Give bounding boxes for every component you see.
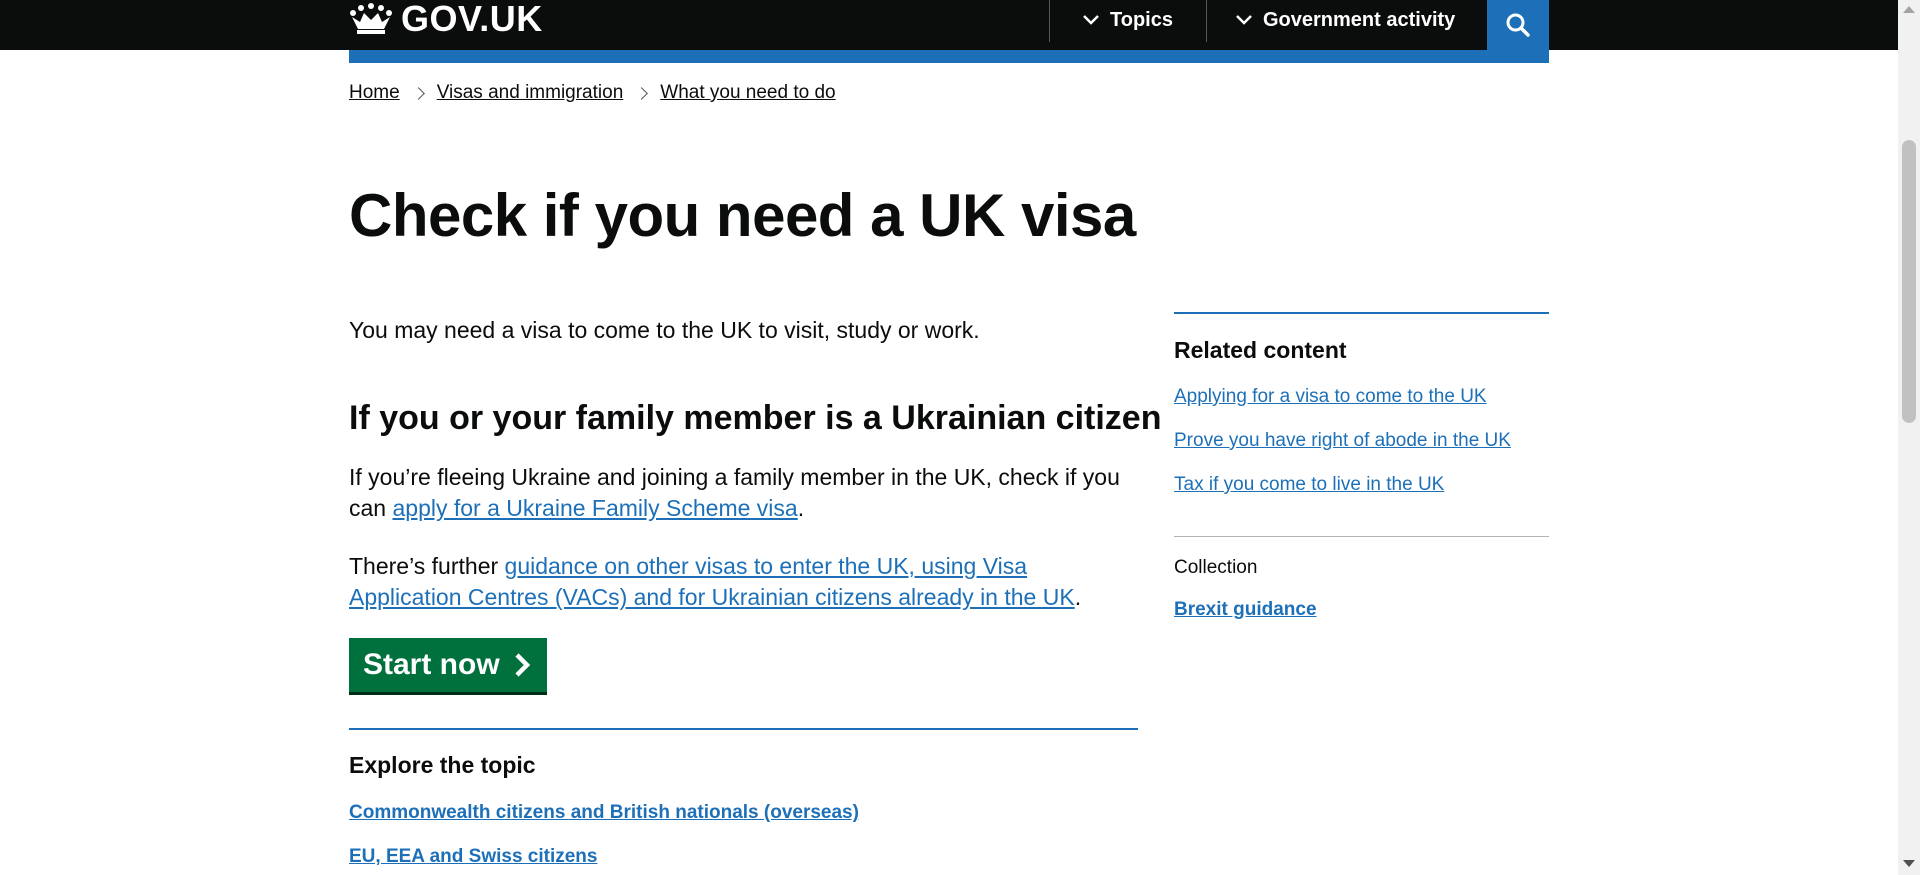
start-now-label: Start now — [363, 648, 500, 681]
nav-topics-label: Topics — [1110, 8, 1173, 31]
logo-text: GOV.UK — [401, 0, 543, 39]
govuk-logo-link[interactable]: GOV.UK — [349, 0, 543, 39]
breadcrumb-separator-icon — [411, 86, 425, 100]
list-item: Applying for a visa to come to the UK — [1174, 386, 1487, 408]
breadcrumb-separator-icon — [635, 86, 649, 100]
further-guidance-text: There’s further — [349, 553, 505, 579]
start-now-button[interactable]: Start now — [349, 638, 547, 692]
breadcrumb-home-link[interactable]: Home — [349, 82, 400, 104]
site-header: GOV.UK Topics Government activity — [0, 0, 1898, 50]
search-icon — [1506, 13, 1530, 37]
ukraine-family-text-end: . — [797, 495, 805, 521]
collection-label: Collection — [1174, 557, 1258, 578]
crown-icon — [350, 3, 392, 34]
explore-divider — [349, 728, 1138, 730]
sidebar-divider — [1174, 312, 1549, 314]
nav-divider — [1049, 0, 1050, 42]
lead-paragraph: You may need a visa to come to the UK to… — [349, 317, 980, 343]
explore-link-eu-eea-swiss[interactable]: EU, EEA and Swiss citizens — [349, 846, 597, 867]
breadcrumb-what-you-need-link[interactable]: What you need to do — [660, 82, 835, 104]
list-item: Tax if you come to live in the UK — [1174, 474, 1444, 496]
ukraine-heading: If you or your family member is a Ukrain… — [349, 399, 1162, 437]
nav-government-activity-label: Government activity — [1263, 8, 1456, 31]
sidebar-divider — [1174, 536, 1549, 537]
explore-link-commonwealth[interactable]: Commonwealth citizens and British nation… — [349, 802, 859, 823]
ukraine-family-paragraph: If you’re fleeing Ukraine and joining a … — [349, 462, 1139, 524]
related-content-heading: Related content — [1174, 337, 1347, 363]
further-guidance-paragraph: There’s further guidance on other visas … — [349, 551, 1139, 613]
list-item: Commonwealth citizens and British nation… — [349, 802, 859, 824]
brexit-guidance-link[interactable]: Brexit guidance — [1174, 599, 1317, 621]
scroll-up-arrow-icon[interactable] — [1903, 6, 1915, 13]
nav-government-activity-button[interactable]: Government activity — [1235, 0, 1455, 40]
ukraine-family-scheme-link[interactable]: apply for a Ukraine Family Scheme visa — [392, 495, 797, 521]
list-item: EU, EEA and Swiss citizens — [349, 846, 597, 868]
related-link-right-of-abode[interactable]: Prove you have right of abode in the UK — [1174, 430, 1511, 451]
page-title: Check if you need a UK visa — [349, 182, 1136, 249]
scrollbar-thumb[interactable] — [1902, 140, 1916, 423]
breadcrumb-visas-link[interactable]: Visas and immigration — [437, 82, 624, 104]
explore-topic-heading: Explore the topic — [349, 752, 536, 778]
list-item: Prove you have right of abode in the UK — [1174, 430, 1511, 452]
chevron-down-icon — [1236, 15, 1252, 25]
search-button[interactable] — [1487, 0, 1549, 50]
scroll-down-arrow-icon[interactable] — [1903, 860, 1915, 867]
chevron-down-icon — [1083, 15, 1099, 25]
related-link-applying-visa[interactable]: Applying for a visa to come to the UK — [1174, 386, 1487, 407]
nav-divider — [1206, 0, 1207, 42]
related-link-tax[interactable]: Tax if you come to live in the UK — [1174, 474, 1444, 495]
chevron-right-icon — [515, 653, 530, 677]
breadcrumb: Home Visas and immigration What you need… — [349, 82, 836, 104]
vertical-scrollbar[interactable] — [1898, 0, 1920, 875]
header-accent-strip — [349, 50, 1549, 63]
nav-topics-button[interactable]: Topics — [1082, 0, 1173, 40]
further-guidance-text-end: . — [1074, 584, 1082, 610]
